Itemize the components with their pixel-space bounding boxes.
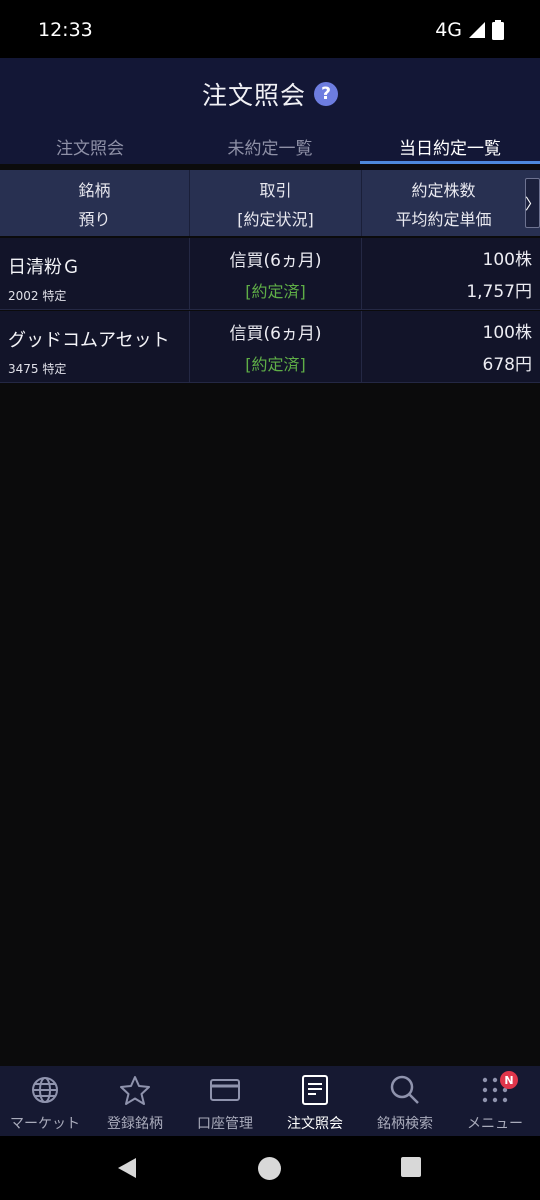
header-status-label: [約定状況]	[237, 209, 314, 229]
header-stock-label: 銘柄	[78, 180, 111, 200]
nav-market-label: マーケット	[10, 1116, 80, 1132]
document-icon	[299, 1074, 331, 1106]
average-price: 1,757円	[466, 281, 532, 302]
header-trade-label: 取引	[259, 180, 292, 200]
page-title: 注文照会	[201, 81, 306, 110]
status-indicators: 4G	[435, 19, 504, 41]
header-avg-price-label: 平均約定単価	[395, 209, 492, 229]
nav-stock-search-label: 銘柄検索	[377, 1116, 433, 1132]
nav-watchlist-label: 登録銘柄	[107, 1116, 163, 1132]
star-icon	[119, 1074, 151, 1106]
nav-watchlist[interactable]: 登録銘柄	[90, 1066, 180, 1136]
executed-orders-table: 日清粉Ｇ 2002 特定 信買(6ヵ月) [約定済] 100株 1,757円 グ…	[0, 238, 540, 383]
home-icon[interactable]	[257, 1156, 282, 1185]
nav-market[interactable]: マーケット	[0, 1066, 90, 1136]
signal-icon	[469, 22, 485, 38]
search-icon	[389, 1074, 421, 1106]
recents-icon[interactable]	[400, 1156, 422, 1182]
trade-type: 信買(6ヵ月)	[229, 323, 322, 344]
header-qty-label: 約定株数	[411, 180, 476, 200]
header-stock-column: 銘柄 預り	[0, 170, 190, 236]
execution-status: [約定済]	[245, 354, 306, 374]
status-bar: 12:33 4G	[0, 0, 540, 58]
stock-name: 日清粉Ｇ	[8, 257, 80, 278]
table-row[interactable]: 日清粉Ｇ 2002 特定 信買(6ヵ月) [約定済] 100株 1,757円	[0, 238, 540, 310]
nav-order-inquiry[interactable]: 注文照会	[270, 1066, 360, 1136]
status-time: 12:33	[38, 19, 93, 41]
bottom-navigation: マーケット 登録銘柄 口座管理 注文照会 銘柄検索 N メニュー	[0, 1066, 540, 1136]
tab-today-executed-list[interactable]: 当日約定一覧	[360, 130, 540, 164]
notification-badge: N	[500, 1071, 518, 1089]
executed-quantity: 100株	[482, 250, 532, 271]
execution-status: [約定済]	[245, 281, 306, 301]
card-icon	[209, 1074, 241, 1106]
header-custody-label: 預り	[78, 209, 111, 229]
nav-account-label: 口座管理	[197, 1116, 253, 1132]
stock-name: グッドコムアセット	[8, 330, 170, 351]
tab-order-inquiry[interactable]: 注文照会	[0, 130, 180, 164]
trade-type: 信買(6ヵ月)	[229, 250, 322, 271]
network-type: 4G	[435, 19, 462, 41]
nav-stock-search[interactable]: 銘柄検索	[360, 1066, 450, 1136]
stock-code: 3475 特定	[8, 362, 67, 376]
nav-menu-label: メニュー	[467, 1116, 523, 1132]
table-header: 銘柄 預り 取引 [約定状況] 約定株数 平均約定単価 〉	[0, 170, 540, 236]
scroll-right-icon[interactable]: 〉	[525, 178, 540, 228]
tab-unexecuted-list[interactable]: 未約定一覧	[180, 130, 360, 164]
nav-account[interactable]: 口座管理	[180, 1066, 270, 1136]
header-trade-column: 取引 [約定状況]	[190, 170, 362, 236]
system-navigation-bar	[0, 1136, 540, 1200]
app-header: 注文照会 ? 注文照会 未約定一覧 当日約定一覧	[0, 58, 540, 164]
executed-quantity: 100株	[482, 323, 532, 344]
help-icon[interactable]: ?	[314, 82, 338, 106]
stock-code: 2002 特定	[8, 289, 67, 303]
battery-icon	[492, 20, 504, 40]
header-qty-column: 約定株数 平均約定単価	[362, 170, 525, 236]
table-row[interactable]: グッドコムアセット 3475 特定 信買(6ヵ月) [約定済] 100株 678…	[0, 311, 540, 383]
nav-order-inquiry-label: 注文照会	[287, 1116, 343, 1132]
tab-bar: 注文照会 未約定一覧 当日約定一覧	[0, 130, 540, 164]
nav-menu[interactable]: N メニュー	[450, 1066, 540, 1136]
globe-icon	[29, 1074, 61, 1106]
average-price: 678円	[482, 354, 532, 375]
back-icon[interactable]	[116, 1156, 138, 1184]
